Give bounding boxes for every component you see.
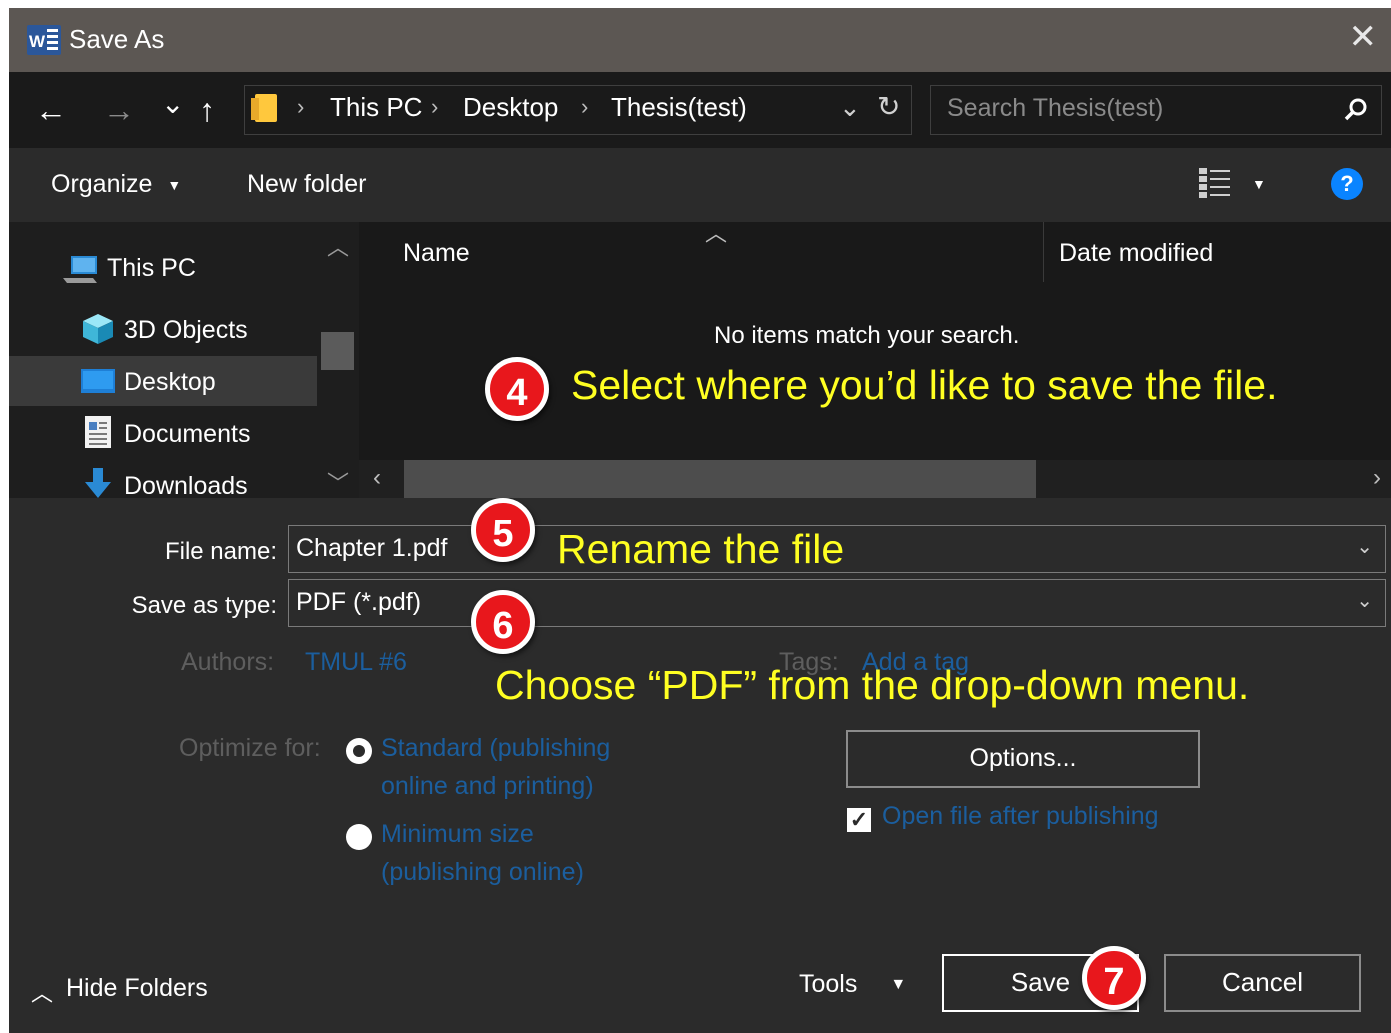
scroll-up-chevron-icon[interactable]: ︿ — [327, 230, 349, 262]
title-bar: W Save As ✕ — [9, 8, 1391, 72]
scroll-right-chevron-icon[interactable]: › — [1373, 464, 1381, 492]
authors-value[interactable]: TMUL #6 — [305, 648, 407, 677]
view-details-icon[interactable] — [1199, 168, 1233, 198]
sort-ascending-chevron-icon: ︿ — [705, 221, 728, 246]
step-7-badge: 7 — [1082, 946, 1146, 1010]
sidebar-item-desktop[interactable]: Desktop — [9, 356, 317, 406]
radio-minimum-label-line2[interactable]: (publishing online) — [381, 858, 584, 887]
organize-menu[interactable]: Organize ▼ — [51, 170, 181, 199]
file-name-input[interactable]: Chapter 1.pdf — [296, 534, 448, 563]
column-divider[interactable] — [1043, 222, 1044, 282]
cancel-button[interactable]: Cancel — [1164, 954, 1361, 1012]
search-icon[interactable] — [1343, 97, 1369, 123]
column-header-name[interactable]: Name — [403, 239, 470, 268]
optimize-for-label: Optimize for: — [179, 734, 321, 762]
file-name-dropdown-chevron-icon[interactable]: ⌄ — [1356, 534, 1373, 559]
step-5-badge: 5 — [471, 498, 535, 562]
breadcrumb-separator-icon: › — [431, 94, 439, 119]
column-header-date-modified[interactable]: Date modified — [1059, 239, 1213, 268]
sidebar-item-label: Desktop — [124, 368, 216, 396]
breadcrumb-desktop[interactable]: Desktop — [463, 92, 558, 123]
sidebar-item-this-pc[interactable]: This PC — [9, 242, 317, 292]
svg-text:W: W — [29, 32, 46, 51]
scroll-left-chevron-icon[interactable]: ‹ — [373, 464, 381, 492]
caret-down-icon: ▼ — [167, 177, 182, 194]
step-5-callout: Rename the file — [557, 526, 845, 572]
download-arrow-icon — [85, 468, 111, 498]
step-4-callout: Select where you’d like to save the file… — [571, 362, 1278, 408]
help-icon[interactable]: ? — [1331, 168, 1363, 200]
navigation-bar: ← → ⌄ ↑ › This PC › Desktop › Thesis(tes… — [9, 72, 1391, 148]
close-icon[interactable]: ✕ — [1349, 20, 1378, 54]
desktop-icon — [81, 369, 115, 393]
step-6-callout: Choose “PDF” from the drop-down menu. — [495, 662, 1250, 708]
open-after-publishing-label[interactable]: Open file after publishing — [882, 802, 1159, 831]
recent-locations-chevron-icon[interactable]: ⌄ — [161, 86, 184, 122]
radio-standard-label-line2[interactable]: online and printing) — [381, 772, 594, 801]
save-as-type-value: PDF (*.pdf) — [296, 588, 422, 616]
folder-icon — [251, 94, 277, 122]
radio-minimum-size[interactable] — [346, 824, 372, 850]
chevron-up-icon[interactable]: ︿ — [31, 976, 53, 1008]
sidebar-item-3d-objects[interactable]: 3D Objects — [9, 304, 317, 354]
breadcrumb-this-pc[interactable]: This PC — [330, 92, 422, 123]
radio-standard-label-line1[interactable]: Standard (publishing — [381, 734, 610, 763]
breadcrumb-separator-icon: › — [581, 94, 589, 119]
save-as-type-select[interactable]: PDF (*.pdf) ⌄ — [288, 579, 1386, 627]
sidebar-item-downloads[interactable]: Downloads — [9, 460, 317, 498]
step-6-badge: 6 — [471, 590, 535, 654]
step-4-badge: 4 — [485, 357, 549, 421]
refresh-icon[interactable]: ↻ — [877, 90, 900, 123]
authors-label: Authors: — [181, 648, 275, 676]
save-options-panel: File name: Chapter 1.pdf ⌄ Save as type:… — [9, 498, 1391, 1033]
back-arrow-icon[interactable]: ← — [35, 92, 67, 128]
breadcrumb-thesis[interactable]: Thesis(test) — [611, 92, 747, 123]
forward-arrow-icon[interactable]: → — [103, 92, 135, 128]
radio-standard[interactable] — [346, 738, 372, 764]
save-as-type-dropdown-chevron-icon[interactable]: ⌄ — [1356, 588, 1373, 613]
scroll-down-chevron-icon[interactable]: ﹀ — [327, 466, 349, 498]
sidebar-item-documents[interactable]: Documents — [9, 408, 317, 458]
tools-label: Tools — [799, 970, 858, 998]
tools-menu[interactable]: Tools ▼ — [799, 970, 906, 999]
hide-folders-button[interactable]: Hide Folders — [66, 974, 208, 1003]
window-title: Save As — [69, 24, 165, 54]
sidebar-item-label: This PC — [107, 254, 196, 282]
radio-minimum-label-line1[interactable]: Minimum size — [381, 820, 534, 849]
sidebar-item-label: 3D Objects — [124, 316, 248, 344]
address-bar[interactable]: › This PC › Desktop › Thesis(test) ⌄ ↻ — [244, 85, 912, 135]
sidebar-item-label: Documents — [124, 420, 251, 448]
options-button[interactable]: Options... — [846, 730, 1200, 788]
computer-icon — [63, 256, 97, 283]
new-folder-button[interactable]: New folder — [247, 170, 367, 199]
empty-message: No items match your search. — [714, 322, 1020, 349]
cube-icon — [83, 314, 113, 344]
sidebar-item-label: Downloads — [124, 472, 248, 498]
up-arrow-icon[interactable]: ↑ — [199, 92, 215, 128]
breadcrumb-separator-icon: › — [297, 94, 305, 119]
address-dropdown-chevron-icon[interactable]: ⌄ — [839, 92, 861, 123]
save-as-type-label: Save as type: — [131, 592, 277, 619]
sidebar-scroll-thumb[interactable] — [321, 332, 354, 370]
document-icon — [85, 416, 111, 448]
search-input[interactable]: Search Thesis(test) — [947, 94, 1163, 123]
save-as-dialog: W Save As ✕ ← → ⌄ ↑ › This PC › Desktop … — [9, 8, 1391, 1033]
file-list-horizontal-scrollbar[interactable]: ‹ › — [359, 460, 1391, 498]
word-icon: W — [27, 25, 61, 55]
horizontal-scroll-thumb[interactable] — [404, 460, 1036, 498]
open-after-publishing-checkbox[interactable]: ✓ — [847, 808, 871, 832]
caret-down-icon: ▼ — [890, 976, 907, 994]
file-name-label: File name: — [164, 538, 277, 565]
organize-label: Organize — [51, 170, 153, 198]
command-toolbar: Organize ▼ New folder ▼ ? — [9, 148, 1391, 222]
navigation-pane: This PC 3D Objects Desktop Documents Dow… — [9, 222, 359, 498]
view-options-caret-icon[interactable]: ▼ — [1252, 176, 1266, 192]
search-box[interactable]: Search Thesis(test) — [930, 85, 1382, 135]
